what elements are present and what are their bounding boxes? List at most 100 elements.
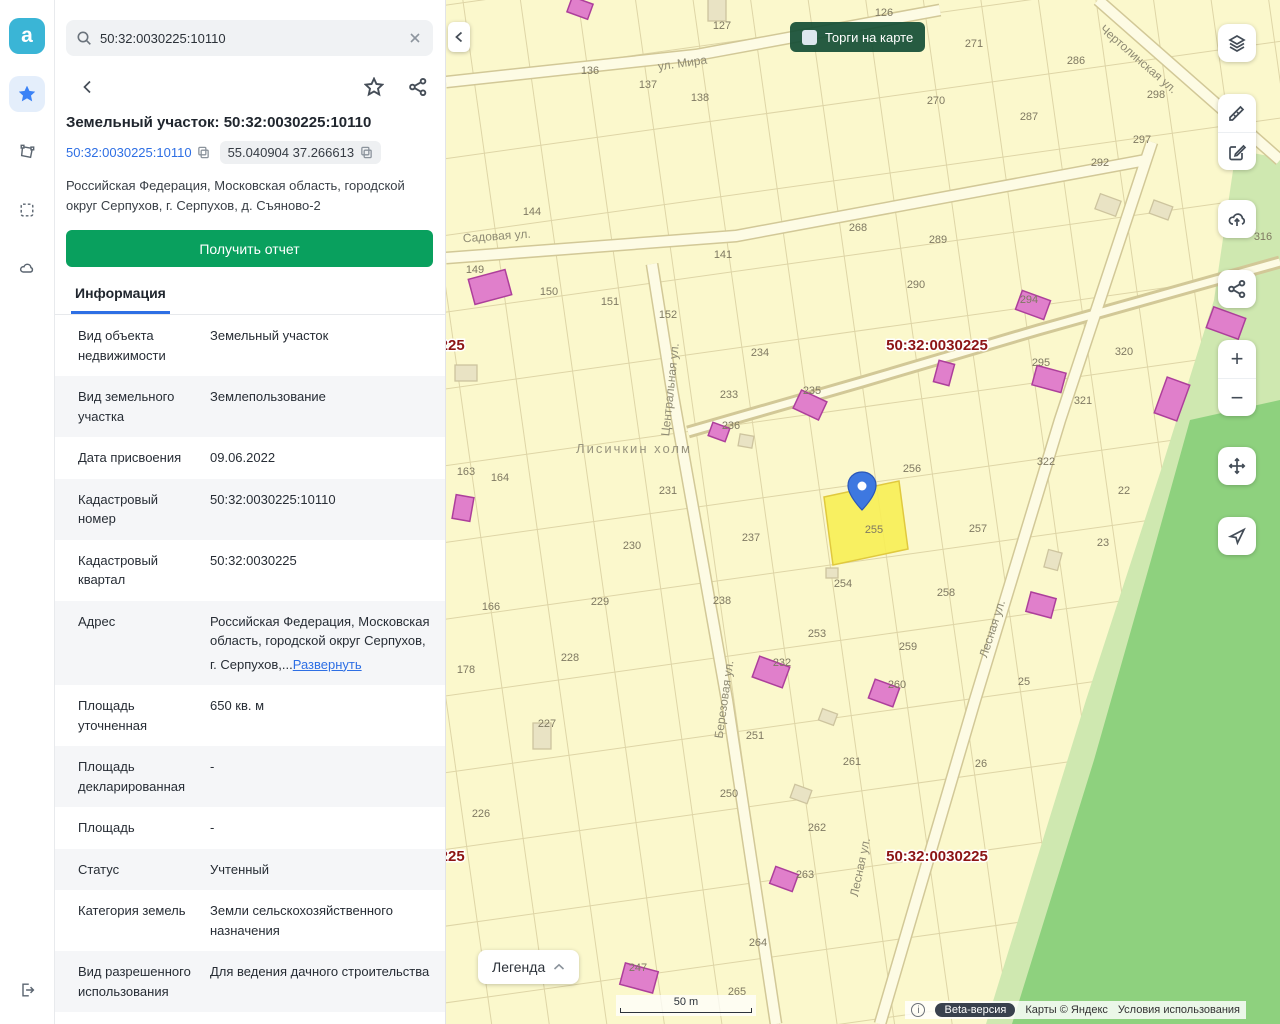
info-row-label: Статус xyxy=(78,861,120,877)
svg-text:297: 297 xyxy=(1133,134,1151,146)
expand-address-link[interactable]: Развернуть xyxy=(293,655,362,675)
info-row: Вид земельного участка Землепользование xyxy=(55,376,445,438)
svg-text:235: 235 xyxy=(803,385,821,397)
chevron-left-icon xyxy=(455,31,463,43)
map-base-svg: 126 127 271 286 298 270 287 297 292 136 137 138 144 2… xyxy=(446,0,1280,1024)
move-icon xyxy=(1228,457,1246,475)
share-map-button[interactable] xyxy=(1218,270,1256,308)
info-row-value: 650 кв. м xyxy=(210,698,265,714)
svg-text:22: 22 xyxy=(1118,485,1130,497)
info-row: Категория земель Земли сельскохозяйственн… xyxy=(55,890,445,951)
ruler-icon xyxy=(1229,105,1245,121)
info-row-value: Для ведения дачного строительства xyxy=(210,964,430,980)
back-button[interactable] xyxy=(77,76,99,98)
svg-text:226: 226 xyxy=(472,808,490,820)
svg-text:290: 290 xyxy=(907,279,925,291)
svg-text:270: 270 xyxy=(927,95,945,107)
collapse-panel-button[interactable] xyxy=(448,22,470,52)
measure-button[interactable] xyxy=(1218,94,1256,132)
zoom-group: + − xyxy=(1218,340,1256,416)
copy-icon[interactable] xyxy=(197,146,210,159)
info-row-label: Дата присвоения xyxy=(78,450,182,466)
svg-text:152: 152 xyxy=(659,309,677,321)
edit-button[interactable] xyxy=(1218,132,1256,170)
share-icon xyxy=(1228,279,1246,299)
location-arrow-icon xyxy=(1227,527,1246,546)
svg-text:Лесная ул.: Лесная ул. xyxy=(847,836,873,897)
polygon-tool-rail-button[interactable] xyxy=(9,134,45,170)
polygon-icon xyxy=(20,144,35,159)
svg-text:163: 163 xyxy=(457,466,475,478)
torgi-toggle[interactable]: Торги на карте xyxy=(790,22,926,52)
legend-button[interactable]: Легенда xyxy=(478,950,580,984)
scale-label: 50 m xyxy=(673,996,699,1008)
svg-text:264: 264 xyxy=(749,937,767,949)
favorite-button[interactable] xyxy=(363,76,385,98)
scale-bar: 50 m xyxy=(616,995,756,1016)
svg-text:127: 127 xyxy=(713,20,731,32)
map-canvas[interactable]: 126 127 271 286 298 270 287 297 292 136 137 138 144 2… xyxy=(446,0,1280,1024)
svg-text:322: 322 xyxy=(1037,456,1055,468)
yandex-copyright-link[interactable]: Карты © Яндекс xyxy=(1025,1004,1108,1016)
info-row-value: Земельный участок xyxy=(210,328,329,344)
info-row-label: Категория земель xyxy=(78,903,186,919)
torgi-checkbox[interactable] xyxy=(802,29,817,45)
layers-button[interactable] xyxy=(1218,24,1256,62)
app-logo[interactable]: a xyxy=(9,18,45,54)
info-icon[interactable]: i xyxy=(911,1003,926,1017)
svg-text:294: 294 xyxy=(1020,294,1038,306)
torgi-label: Торги на карте xyxy=(825,29,914,45)
back-arrow-icon xyxy=(83,80,91,94)
select-area-rail-button[interactable] xyxy=(9,192,45,228)
terms-link[interactable]: Условия использования xyxy=(1118,1004,1240,1016)
info-row-label: Кадастровый номер xyxy=(78,491,159,527)
svg-text:232: 232 xyxy=(773,657,791,669)
page-title: Земельный участок: 50:32:0030225:10110 xyxy=(66,114,372,131)
svg-text:150: 150 xyxy=(540,286,558,298)
svg-text:25: 25 xyxy=(1018,676,1030,688)
pan-mode-button[interactable] xyxy=(1218,447,1256,485)
info-row-label: Адрес xyxy=(78,613,116,629)
share-button[interactable] xyxy=(407,76,429,98)
cloud-rail-button[interactable] xyxy=(9,250,45,286)
svg-text:50:32:0030225: 50:32:0030225 xyxy=(886,848,988,865)
svg-text:268: 268 xyxy=(849,222,867,234)
beta-badge: Beta-версия xyxy=(935,1003,1016,1017)
cadastral-number-chip[interactable]: 50:32:0030225:10110 xyxy=(66,145,210,160)
search-input[interactable] xyxy=(100,30,399,46)
favorites-rail-button[interactable] xyxy=(9,76,45,112)
clear-search-icon[interactable] xyxy=(407,30,423,46)
info-row-value: 09.06.2022 xyxy=(210,450,276,466)
info-row: Площадь декларированная - xyxy=(55,746,445,808)
layers-icon xyxy=(1228,35,1246,52)
svg-text:126: 126 xyxy=(875,7,893,19)
info-row-label: Площадь декларированная xyxy=(78,759,186,794)
svg-text:231: 231 xyxy=(659,485,677,497)
svg-text:298: 298 xyxy=(1147,89,1165,101)
zoom-in-button[interactable]: + xyxy=(1218,340,1256,378)
copy-icon[interactable] xyxy=(360,146,373,159)
svg-text:257: 257 xyxy=(969,523,987,535)
info-row: Статус Учтенный xyxy=(55,848,445,891)
svg-text:149: 149 xyxy=(466,264,484,276)
share-icon xyxy=(409,77,427,97)
svg-text:0225: 0225 xyxy=(446,848,465,865)
coordinates-chip[interactable]: 55.040904 37.266613 xyxy=(219,141,382,164)
info-row: Вид объекта недвижимости Земельный участо… xyxy=(55,315,445,376)
logout-rail-button[interactable] xyxy=(9,972,45,1008)
svg-text:253: 253 xyxy=(808,628,826,640)
tab-information[interactable]: Информация xyxy=(71,285,170,315)
locate-me-button[interactable] xyxy=(1218,517,1256,555)
svg-text:260: 260 xyxy=(888,679,906,691)
svg-text:23: 23 xyxy=(1097,537,1109,549)
zoom-out-button[interactable]: − xyxy=(1218,378,1256,416)
info-row-value: Российская Федерация, Московская область… xyxy=(210,612,433,675)
object-panel: Земельный участок: 50:32:0030225:10110 5… xyxy=(55,0,446,1024)
upload-button[interactable] xyxy=(1218,200,1256,238)
svg-text:254: 254 xyxy=(834,578,852,590)
get-report-button[interactable]: Получить отчет xyxy=(66,230,433,268)
info-row-label: Площадь уточненная xyxy=(78,698,148,733)
app-root: a 50:32:0030225:10110 Земельный участок:… xyxy=(0,0,1280,1024)
info-row: Кадастровый квартал 50:32:0030225 xyxy=(55,540,445,601)
svg-text:292: 292 xyxy=(1091,157,1109,169)
